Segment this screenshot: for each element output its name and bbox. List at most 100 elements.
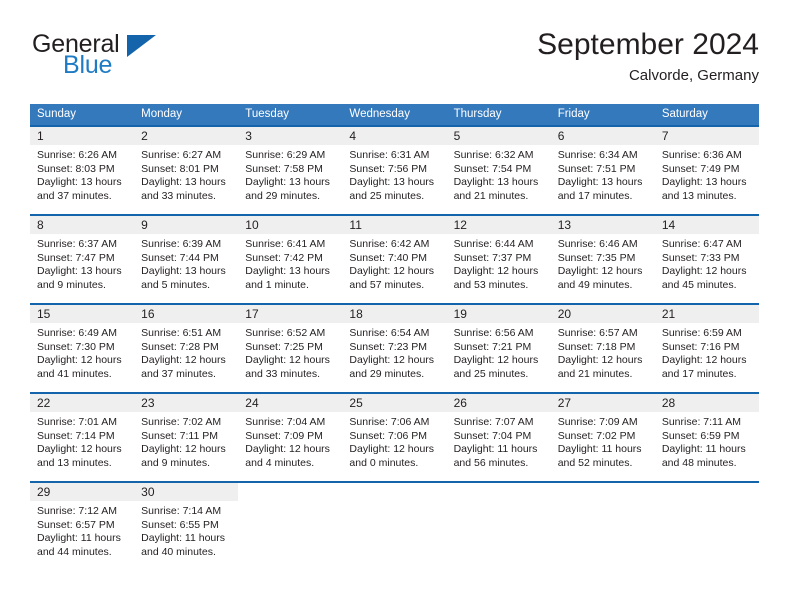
daylight-text: Daylight: 12 hours	[141, 443, 226, 456]
calendar-day-cell[interactable]: 7 Sunrise: 6:36 AM Sunset: 7:49 PM Daylight…	[654, 127, 759, 214]
day-number: 16	[141, 307, 155, 321]
calendar-day-cell[interactable]: 13 Sunrise: 6:46 AM Sunset: 7:35 PM Dayligh…	[550, 216, 655, 303]
sunset-text: Sunset: 7:47 PM	[37, 251, 115, 264]
day-detail-lines: Sunrise: 6:51 AM Sunset: 7:28 PM Daylight:…	[134, 323, 238, 381]
sunset-text: Sunset: 7:30 PM	[37, 340, 115, 353]
day-number-band	[654, 127, 759, 145]
calendar-day-cell[interactable]: 27 Sunrise: 7:09 AM Sunset: 7:02 PM Dayligh…	[550, 394, 655, 481]
day-number: 15	[37, 307, 51, 321]
sunrise-text: Sunrise: 6:51 AM	[141, 327, 222, 339]
calendar-day-cell[interactable]: 24 Sunrise: 7:04 AM Sunset: 7:09 PM Dayligh…	[238, 394, 343, 481]
daylight-text: and 21 minutes.	[453, 189, 529, 202]
day-number: 10	[245, 218, 259, 232]
calendar-day-cell[interactable]: 23 Sunrise: 7:02 AM Sunset: 7:11 PM Dayligh…	[134, 394, 239, 481]
sunset-text: Sunset: 7:16 PM	[661, 340, 740, 353]
calendar-day-cell[interactable]: 20 Sunrise: 6:57 AM Sunset: 7:18 PM Dayligh…	[550, 305, 655, 392]
calendar-week-row: 8 Sunrise: 6:37 AM Sunset: 7:47 PM Daylight…	[30, 214, 759, 303]
sunset-text: Sunset: 7:11 PM	[141, 429, 218, 442]
sunrise-text: Sunrise: 6:57 AM	[557, 327, 638, 339]
sunrise-text: Sunrise: 6:56 AM	[453, 327, 534, 339]
daylight-text: and 33 minutes.	[245, 367, 320, 380]
sunset-text: Sunset: 7:06 PM	[349, 429, 428, 442]
day-detail-lines: Sunrise: 6:34 AM Sunset: 7:51 PM Daylight:…	[551, 145, 655, 203]
sunrise-text: Sunrise: 6:44 AM	[453, 238, 534, 250]
daylight-text: and 13 minutes.	[661, 189, 737, 202]
calendar-day-cell[interactable]: 5 Sunrise: 6:32 AM Sunset: 7:54 PM Daylight…	[446, 127, 551, 214]
calendar-day-cell[interactable]: 28 Sunrise: 7:11 AM Sunset: 6:59 PM Dayligh…	[654, 394, 759, 481]
sunset-text: Sunset: 7:56 PM	[349, 162, 428, 175]
calendar-day-cell[interactable]: 8 Sunrise: 6:37 AM Sunset: 7:47 PM Daylight…	[30, 216, 135, 303]
sunset-text: Sunset: 7:14 PM	[37, 429, 115, 442]
calendar-day-cell[interactable]: 16 Sunrise: 6:51 AM Sunset: 7:28 PM Dayligh…	[134, 305, 239, 392]
brand-logo[interactable]: General Blue	[30, 28, 230, 88]
day-detail-lines: Sunrise: 7:02 AM Sunset: 7:11 PM Daylight:…	[134, 412, 238, 470]
calendar-day-cell[interactable]: 29 Sunrise: 7:12 AM Sunset: 6:57 PM Dayligh…	[30, 483, 135, 570]
daylight-text: and 37 minutes.	[141, 367, 216, 380]
day-number-band	[30, 127, 135, 145]
day-number: 12	[453, 218, 467, 232]
sunset-text: Sunset: 7:54 PM	[453, 162, 532, 175]
day-number-band	[30, 216, 135, 234]
day-detail-lines: Sunrise: 6:31 AM Sunset: 7:56 PM Daylight:…	[342, 145, 446, 203]
calendar-day-cell[interactable]: 1 Sunrise: 6:26 AM Sunset: 8:03 PM Daylight…	[30, 127, 135, 214]
sunrise-text: Sunrise: 6:46 AM	[557, 238, 638, 250]
daylight-text: and 5 minutes.	[141, 278, 211, 291]
day-number-band	[550, 127, 655, 145]
calendar-day-cell[interactable]: 17 Sunrise: 6:52 AM Sunset: 7:25 PM Dayligh…	[238, 305, 343, 392]
daylight-text: Daylight: 13 hours	[557, 176, 643, 189]
sunset-text: Sunset: 6:55 PM	[141, 518, 219, 531]
location-subtitle: Calvorde, Germany	[628, 67, 759, 84]
sunrise-text: Sunrise: 6:52 AM	[245, 327, 326, 339]
calendar-empty-cell	[342, 483, 447, 570]
day-detail-lines: Sunrise: 6:46 AM Sunset: 7:35 PM Daylight:…	[551, 234, 655, 292]
calendar-day-cell[interactable]: 21 Sunrise: 6:59 AM Sunset: 7:16 PM Dayligh…	[654, 305, 759, 392]
daylight-text: and 29 minutes.	[245, 189, 320, 202]
day-number: 25	[349, 396, 363, 410]
calendar-day-cell[interactable]: 6 Sunrise: 6:34 AM Sunset: 7:51 PM Daylight…	[550, 127, 655, 214]
sunset-text: Sunset: 7:51 PM	[557, 162, 636, 175]
day-detail-lines: Sunrise: 6:44 AM Sunset: 7:37 PM Daylight:…	[447, 234, 551, 292]
daylight-text: Daylight: 12 hours	[349, 265, 435, 278]
sunset-text: Sunset: 6:57 PM	[37, 518, 115, 531]
day-number: 28	[661, 396, 676, 410]
calendar-day-cell[interactable]: 11 Sunrise: 6:42 AM Sunset: 7:40 PM Dayligh…	[342, 216, 447, 303]
daylight-text: Daylight: 12 hours	[37, 354, 122, 367]
daylight-text: and 1 minute.	[245, 278, 309, 291]
calendar-day-cell[interactable]: 12 Sunrise: 6:44 AM Sunset: 7:37 PM Dayligh…	[446, 216, 551, 303]
day-number: 30	[141, 485, 155, 499]
calendar-day-cell[interactable]: 30 Sunrise: 7:14 AM Sunset: 6:55 PM Dayligh…	[134, 483, 239, 570]
sunset-text: Sunset: 7:37 PM	[453, 251, 532, 264]
calendar-day-cell[interactable]: 14 Sunrise: 6:47 AM Sunset: 7:33 PM Dayligh…	[654, 216, 759, 303]
calendar-day-cell[interactable]: 18 Sunrise: 6:54 AM Sunset: 7:23 PM Dayligh…	[342, 305, 447, 392]
daylight-text: Daylight: 11 hours	[557, 443, 642, 456]
day-number: 8	[37, 218, 44, 232]
calendar-day-cell[interactable]: 22 Sunrise: 7:01 AM Sunset: 7:14 PM Dayligh…	[30, 394, 135, 481]
daylight-text: Daylight: 13 hours	[349, 176, 435, 189]
calendar-day-cell[interactable]: 2 Sunrise: 6:27 AM Sunset: 8:01 PM Daylight…	[134, 127, 239, 214]
calendar-day-cell[interactable]: 25 Sunrise: 7:06 AM Sunset: 7:06 PM Dayligh…	[342, 394, 447, 481]
calendar-day-cell[interactable]: 9 Sunrise: 6:39 AM Sunset: 7:44 PM Daylight…	[134, 216, 239, 303]
sunrise-text: Sunrise: 6:41 AM	[245, 238, 326, 250]
calendar-week-row: 15 Sunrise: 6:49 AM Sunset: 7:30 PM Dayligh…	[30, 303, 759, 392]
daylight-text: Daylight: 12 hours	[453, 265, 539, 278]
calendar-day-cell[interactable]: 15 Sunrise: 6:49 AM Sunset: 7:30 PM Dayligh…	[30, 305, 135, 392]
day-detail-lines: Sunrise: 6:59 AM Sunset: 7:16 PM Daylight:…	[655, 323, 759, 381]
daylight-text: Daylight: 12 hours	[349, 443, 435, 456]
weekday-header-friday: Friday	[557, 108, 590, 120]
day-detail-lines: Sunrise: 7:14 AM Sunset: 6:55 PM Daylight:…	[134, 501, 238, 559]
page-title: September 2024	[537, 28, 759, 61]
sunrise-text: Sunrise: 7:02 AM	[141, 416, 222, 428]
calendar-day-cell[interactable]: 3 Sunrise: 6:29 AM Sunset: 7:58 PM Daylight…	[238, 127, 343, 214]
calendar-day-cell[interactable]: 26 Sunrise: 7:07 AM Sunset: 7:04 PM Dayligh…	[446, 394, 551, 481]
calendar-day-cell[interactable]: 19 Sunrise: 6:56 AM Sunset: 7:21 PM Dayligh…	[446, 305, 551, 392]
sunrise-text: Sunrise: 6:34 AM	[557, 149, 638, 161]
day-number: 18	[349, 307, 363, 321]
day-number: 21	[661, 307, 676, 321]
calendar-day-cell[interactable]: 4 Sunrise: 6:31 AM Sunset: 7:56 PM Daylight…	[342, 127, 447, 214]
daylight-text: Daylight: 12 hours	[245, 443, 330, 456]
weekday-header-monday: Monday	[141, 108, 183, 120]
calendar-day-cell[interactable]: 10 Sunrise: 6:41 AM Sunset: 7:42 PM Dayligh…	[238, 216, 343, 303]
sunrise-text: Sunrise: 6:42 AM	[349, 238, 430, 250]
day-detail-lines: Sunrise: 6:39 AM Sunset: 7:44 PM Daylight:…	[134, 234, 238, 292]
daylight-text: Daylight: 13 hours	[245, 176, 330, 189]
